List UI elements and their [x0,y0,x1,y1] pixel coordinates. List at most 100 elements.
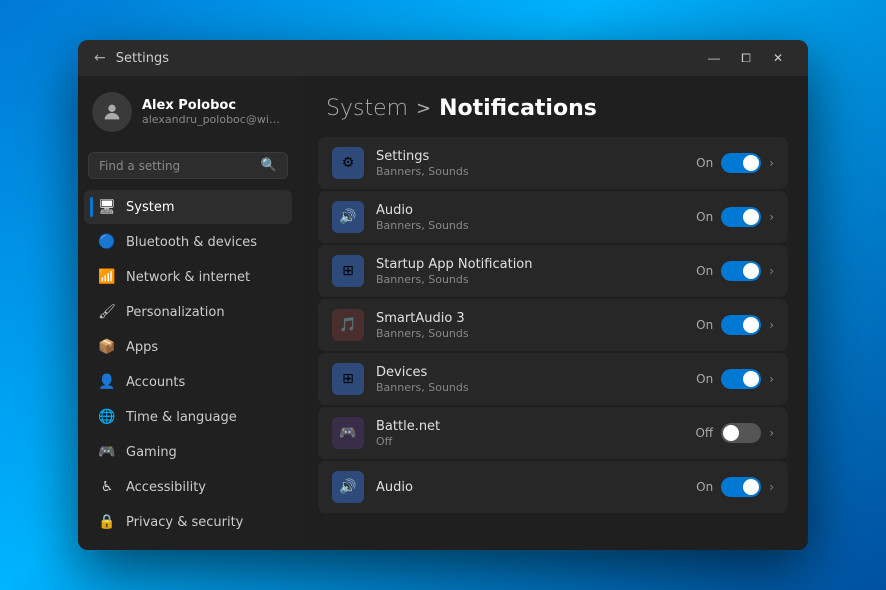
toggle-label: On [696,210,713,224]
sidebar-item-label: Bluetooth & devices [126,235,257,250]
sidebar-item-label: Network & internet [126,270,250,285]
notifications-list: ⚙ Settings Banners, Sounds On › 🔊 Audio … [298,137,808,550]
toggle-knob [723,425,739,441]
app-icon-audio: 🔊 [332,201,364,233]
chevron-right-icon: › [769,372,774,386]
sidebar-item-privacy[interactable]: 🔒 Privacy & security [84,505,292,539]
apps-icon: 📦 [98,338,116,356]
sidebar-item-label: Accounts [126,375,185,390]
main-content: System > Notifications ⚙ Settings Banner… [298,76,808,550]
item-name: Devices [376,365,684,380]
app-icon-startup: ⊞ [332,255,364,287]
notification-item-settings[interactable]: ⚙ Settings Banners, Sounds On › [318,137,788,189]
item-name: Audio [376,203,684,218]
chevron-right-icon: › [769,156,774,170]
breadcrumb-parent: System [326,96,408,121]
time-icon: 🌐 [98,408,116,426]
toggle-label: On [696,318,713,332]
toggle-knob [743,317,759,333]
chevron-right-icon: › [769,426,774,440]
sidebar: Alex Poloboc alexandru_poloboc@windowsre… [78,76,298,550]
app-icon-devices: ⊞ [332,363,364,395]
item-right: On › [696,261,774,281]
app-icon-smartaudio: 🎵 [332,309,364,341]
toggle-knob [743,371,759,387]
chevron-right-icon: › [769,264,774,278]
chevron-right-icon: › [769,318,774,332]
sidebar-item-label: Apps [126,340,158,355]
sidebar-item-label: System [126,200,174,215]
item-right: On › [696,315,774,335]
item-info-settings: Settings Banners, Sounds [376,149,684,178]
sidebar-item-label: Time & language [126,410,237,425]
item-right: On › [696,369,774,389]
item-right: On › [696,153,774,173]
toggle-settings[interactable] [721,153,761,173]
notification-item-startup[interactable]: ⊞ Startup App Notification Banners, Soun… [318,245,788,297]
item-name: SmartAudio 3 [376,311,684,326]
sidebar-item-accessibility[interactable]: ♿ Accessibility [84,470,292,504]
notification-item-audio[interactable]: 🔊 Audio Banners, Sounds On › [318,191,788,243]
toggle-audio[interactable] [721,207,761,227]
notification-item-devices[interactable]: ⊞ Devices Banners, Sounds On › [318,353,788,405]
toggle-knob [743,155,759,171]
toggle-label: On [696,372,713,386]
toggle-label: On [696,264,713,278]
sidebar-item-label: Gaming [126,445,177,460]
item-right: On › [696,207,774,227]
close-button[interactable]: ✕ [764,47,792,69]
chevron-right-icon: › [769,210,774,224]
breadcrumb-current: Notifications [439,96,597,121]
sidebar-item-time[interactable]: 🌐 Time & language [84,400,292,434]
gaming-icon: 🎮 [98,443,116,461]
window-controls: — ⧠ ✕ [700,47,792,69]
accessibility-icon: ♿ [98,478,116,496]
sidebar-item-bluetooth[interactable]: 🔵 Bluetooth & devices [84,225,292,259]
network-icon: 📶 [98,268,116,286]
search-icon: 🔍 [261,158,277,173]
item-sub: Banners, Sounds [376,273,684,286]
toggle-battlenet[interactable] [721,423,761,443]
search-box[interactable]: 🔍 [88,152,288,179]
accounts-icon: 👤 [98,373,116,391]
sidebar-item-label: Personalization [126,305,225,320]
system-icon: 🖥 [98,198,116,216]
sidebar-item-personalization[interactable]: 🖌 Personalization [84,295,292,329]
item-info-smartaudio: SmartAudio 3 Banners, Sounds [376,311,684,340]
item-sub: Off [376,435,683,448]
minimize-button[interactable]: — [700,47,728,69]
toggle-startup[interactable] [721,261,761,281]
item-name: Audio [376,480,684,495]
toggle-knob [743,479,759,495]
back-button[interactable]: ← [94,50,106,66]
app-icon-audio2: 🔊 [332,471,364,503]
toggle-knob [743,209,759,225]
item-sub: Banners, Sounds [376,219,684,232]
toggle-label: Off [695,426,713,440]
user-section[interactable]: Alex Poloboc alexandru_poloboc@windowsre… [78,76,298,148]
sidebar-item-gaming[interactable]: 🎮 Gaming [84,435,292,469]
sidebar-item-network[interactable]: 📶 Network & internet [84,260,292,294]
notification-item-battlenet[interactable]: 🎮 Battle.net Off Off › [318,407,788,459]
item-name: Startup App Notification [376,257,684,272]
sidebar-item-apps[interactable]: 📦 Apps [84,330,292,364]
item-right: Off › [695,423,774,443]
window-body: Alex Poloboc alexandru_poloboc@windowsre… [78,76,808,550]
chevron-right-icon: › [769,480,774,494]
toggle-devices[interactable] [721,369,761,389]
sidebar-item-system[interactable]: 🖥 System [84,190,292,224]
bluetooth-icon: 🔵 [98,233,116,251]
toggle-smartaudio[interactable] [721,315,761,335]
item-right: On › [696,477,774,497]
toggle-label: On [696,480,713,494]
maximize-button[interactable]: ⧠ [732,47,760,69]
toggle-audio2[interactable] [721,477,761,497]
item-sub: Banners, Sounds [376,381,684,394]
window-title: Settings [116,51,700,66]
sidebar-item-accounts[interactable]: 👤 Accounts [84,365,292,399]
breadcrumb-arrow: > [416,98,431,119]
notification-item-audio2[interactable]: 🔊 Audio On › [318,461,788,513]
search-input[interactable] [99,159,255,173]
notification-item-smartaudio[interactable]: 🎵 SmartAudio 3 Banners, Sounds On › [318,299,788,351]
user-info: Alex Poloboc alexandru_poloboc@windowsre… [142,98,284,126]
